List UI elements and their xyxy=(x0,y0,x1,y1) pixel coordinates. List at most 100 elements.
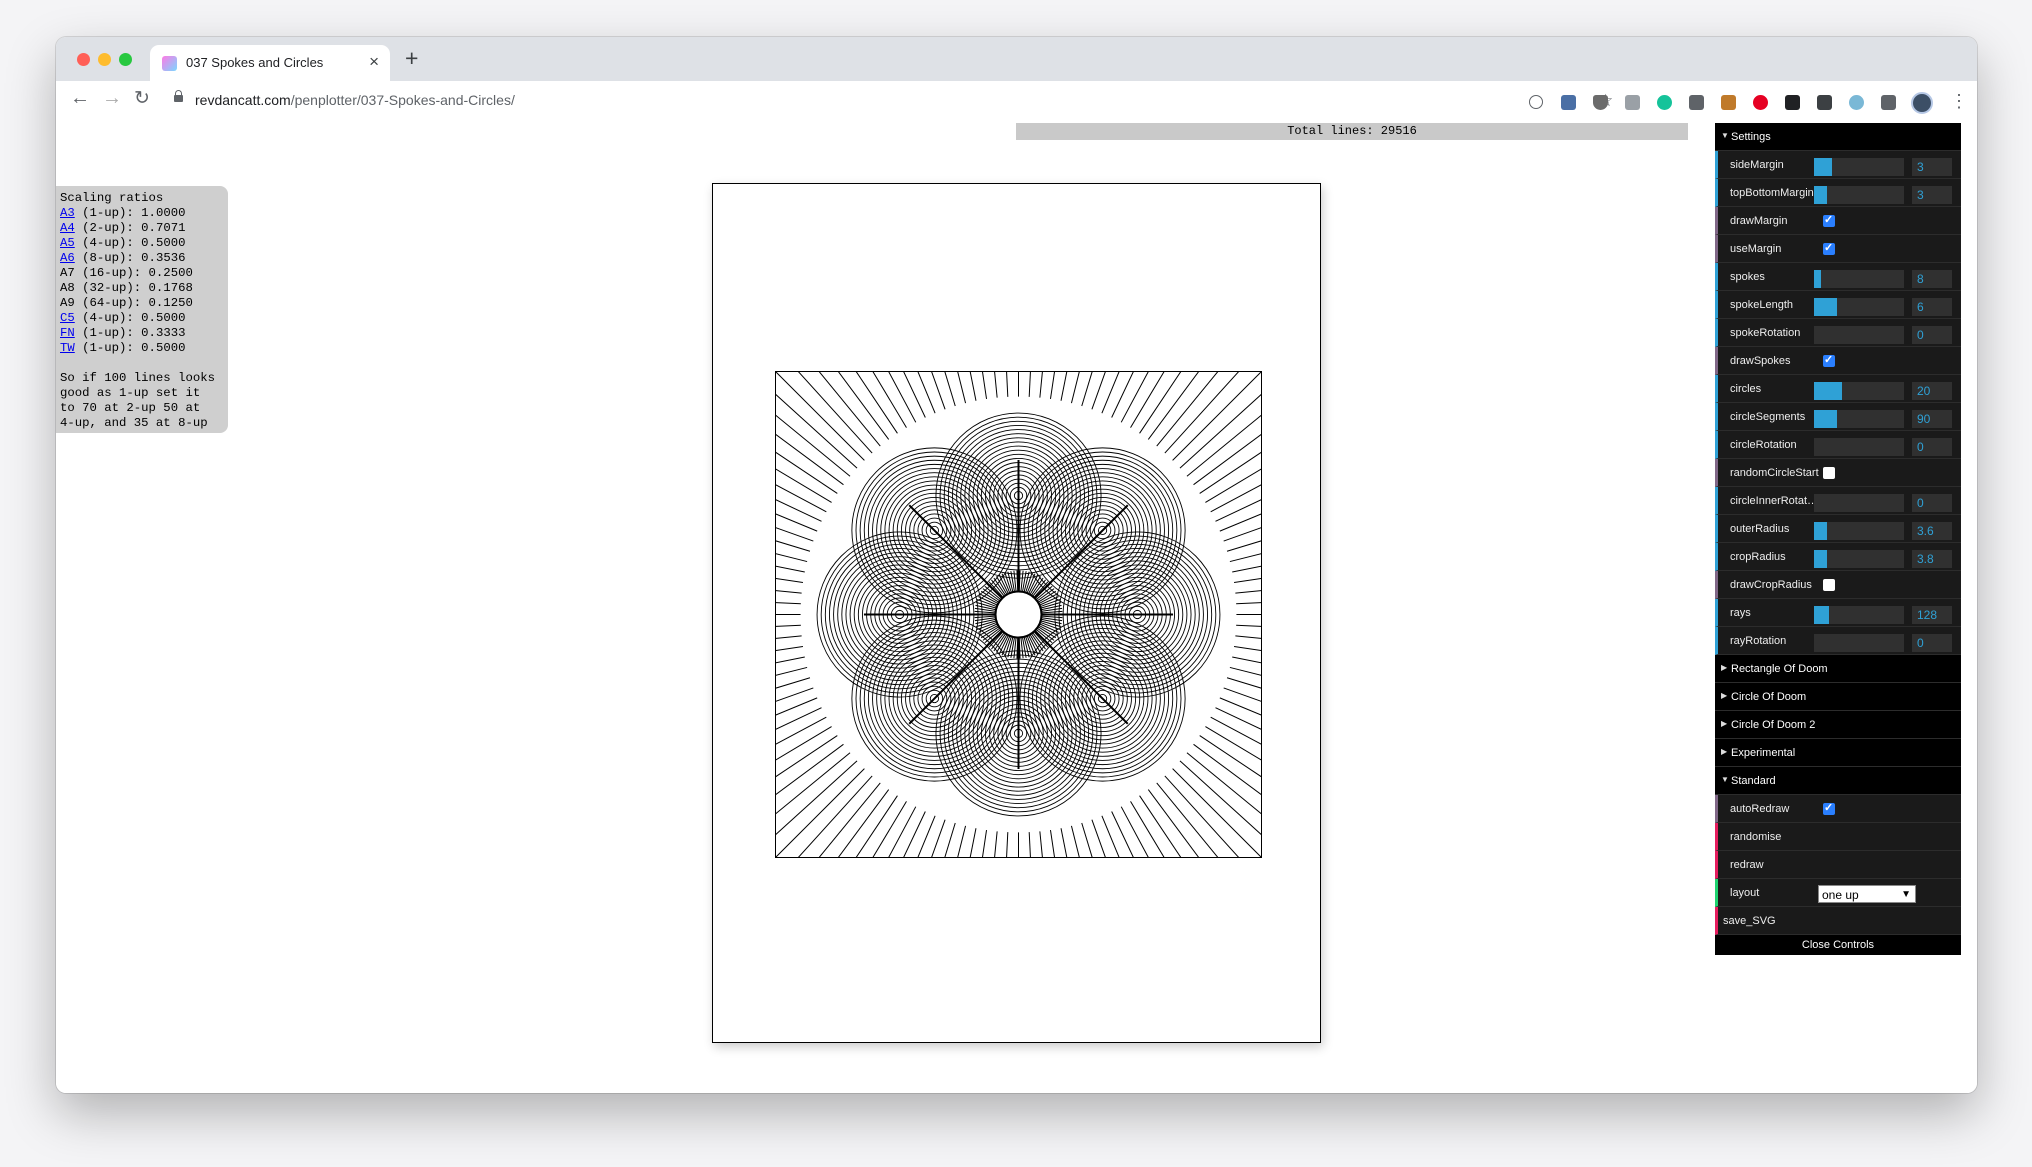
folder-collapsed-icon: ▶ xyxy=(1721,747,1728,756)
close-tab-icon[interactable]: × xyxy=(369,52,379,72)
standard-folder[interactable]: ▼ Standard xyxy=(1715,767,1961,795)
spokeLength-slider[interactable] xyxy=(1814,298,1904,316)
circleRotation-slider[interactable] xyxy=(1814,438,1904,456)
paper-size-link[interactable]: A3 xyxy=(60,206,75,220)
camera-extension-icon[interactable] xyxy=(1625,95,1640,110)
box-extension-icon[interactable] xyxy=(1721,95,1736,110)
rayRotation-input[interactable]: 0 xyxy=(1912,634,1952,652)
redraw-button[interactable]: redraw xyxy=(1715,851,1961,879)
collapsed-folder[interactable]: ▶ Rectangle Of Doom xyxy=(1715,655,1961,683)
circleInnerRotation-control: circleInnerRotation 0 xyxy=(1715,487,1961,515)
layout-control: layout one up ▼ xyxy=(1715,879,1961,907)
circles-control: circles 20 xyxy=(1715,375,1961,403)
randomise-button[interactable]: randomise xyxy=(1715,823,1961,851)
cropRadius-slider[interactable] xyxy=(1814,550,1904,568)
scaling-row: FN (1-up): 0.3333 xyxy=(60,326,186,340)
chevron-down-icon: ▼ xyxy=(1901,889,1911,900)
paper-size-link[interactable]: C5 xyxy=(60,311,75,325)
scaling-title: Scaling ratios xyxy=(60,191,164,205)
hash-extension-icon[interactable] xyxy=(1817,95,1832,110)
cropRadius-control: cropRadius 3.8 xyxy=(1715,543,1961,571)
extension-icon-1[interactable] xyxy=(1561,95,1576,110)
useMargin-control: useMargin xyxy=(1715,235,1961,263)
topBottomMargin-slider[interactable] xyxy=(1814,186,1904,204)
circleSegments-input[interactable]: 90 xyxy=(1912,410,1952,428)
back-icon[interactable]: ← xyxy=(70,87,90,110)
rayRotation-slider[interactable] xyxy=(1814,634,1904,652)
drawCropRadius-control: drawCropRadius xyxy=(1715,571,1961,599)
rays-input[interactable]: 128 xyxy=(1912,606,1952,624)
pinterest-extension-icon[interactable] xyxy=(1753,95,1768,110)
spokeLength-control: spokeLength 6 xyxy=(1715,291,1961,319)
window-controls xyxy=(77,53,132,66)
circleInnerRotation-input[interactable]: 0 xyxy=(1912,494,1952,512)
zoom-window-button[interactable] xyxy=(119,53,132,66)
sideMargin-slider[interactable] xyxy=(1814,158,1904,176)
save-svg-button[interactable]: save_SVG xyxy=(1715,907,1961,935)
profile-avatar[interactable] xyxy=(1911,92,1933,114)
circles-input[interactable]: 20 xyxy=(1912,382,1952,400)
browser-menu-icon[interactable]: ⋮ xyxy=(1950,91,1968,112)
paper-size-link[interactable]: A6 xyxy=(60,251,75,265)
drawSpokes-checkbox[interactable] xyxy=(1823,353,1835,367)
extensions-puzzle-icon[interactable] xyxy=(1881,95,1896,110)
scaling-row: C5 (4-up): 0.5000 xyxy=(60,311,186,325)
browser-tab[interactable]: 037 Spokes and Circles × xyxy=(150,45,390,81)
incognito-extension-icon[interactable] xyxy=(1785,95,1800,110)
paper-size-link[interactable]: TW xyxy=(60,341,75,355)
collapsed-folder[interactable]: ▶ Experimental xyxy=(1715,739,1961,767)
circleInnerRotation-slider[interactable] xyxy=(1814,494,1904,512)
sideMargin-input[interactable]: 3 xyxy=(1912,158,1952,176)
collapsed-folder[interactable]: ▶ Circle Of Doom 2 xyxy=(1715,711,1961,739)
spokeRotation-control: spokeRotation 0 xyxy=(1715,319,1961,347)
spokeLength-input[interactable]: 6 xyxy=(1912,298,1952,316)
close-window-button[interactable] xyxy=(77,53,90,66)
circles-slider[interactable] xyxy=(1814,382,1904,400)
outerRadius-input[interactable]: 3.6 xyxy=(1912,522,1952,540)
close-controls-button[interactable]: Close Controls xyxy=(1715,935,1961,955)
page-content: Total lines: 29516 Scaling ratios A3 (1-… xyxy=(56,121,1977,1093)
scaling-row: A6 (8-up): 0.3536 xyxy=(60,251,186,265)
collapsed-folder[interactable]: ▶ Circle Of Doom xyxy=(1715,683,1961,711)
url-text: revdancatt.com/penplotter/037-Spokes-and… xyxy=(195,92,515,108)
layout-select[interactable]: one up ▼ xyxy=(1818,885,1916,903)
circleSegments-slider[interactable] xyxy=(1814,410,1904,428)
favicon-icon xyxy=(162,56,177,71)
shield-extension-icon[interactable] xyxy=(1593,95,1608,110)
puzzle-color-extension-icon[interactable] xyxy=(1849,95,1864,110)
rays-slider[interactable] xyxy=(1814,606,1904,624)
rays-control: rays 128 xyxy=(1715,599,1961,627)
circleRotation-input[interactable]: 0 xyxy=(1912,438,1952,456)
settings-folder[interactable]: ▼ Settings xyxy=(1715,123,1961,151)
randomCircleStart-checkbox[interactable] xyxy=(1823,467,1835,479)
topBottomMargin-input[interactable]: 3 xyxy=(1912,186,1952,204)
autoRedraw-checkbox[interactable] xyxy=(1823,801,1835,815)
spokes-input[interactable]: 8 xyxy=(1912,270,1952,288)
browser-window: 037 Spokes and Circles × + ← → ↻ revdanc… xyxy=(56,37,1977,1093)
new-tab-button[interactable]: + xyxy=(405,45,418,72)
minimize-window-button[interactable] xyxy=(98,53,111,66)
circleSegments-control: circleSegments 90 xyxy=(1715,403,1961,431)
useMargin-checkbox[interactable] xyxy=(1823,241,1835,255)
drawCropRadius-checkbox[interactable] xyxy=(1823,579,1835,591)
folder-collapsed-icon: ▶ xyxy=(1721,663,1728,672)
forward-icon[interactable]: → xyxy=(102,87,122,110)
info-extension-icon[interactable] xyxy=(1529,95,1543,109)
scaling-note-line: good as 1-up set it xyxy=(60,386,201,400)
spokeRotation-slider[interactable] xyxy=(1814,326,1904,344)
cropRadius-input[interactable]: 3.8 xyxy=(1912,550,1952,568)
tools-extension-icon[interactable] xyxy=(1689,95,1704,110)
spokeRotation-input[interactable]: 0 xyxy=(1912,326,1952,344)
paper-size-link[interactable]: A4 xyxy=(60,221,75,235)
plot-artwork xyxy=(775,371,1262,858)
outerRadius-slider[interactable] xyxy=(1814,522,1904,540)
paper-size-link[interactable]: FN xyxy=(60,326,75,340)
drawMargin-checkbox[interactable] xyxy=(1823,213,1835,227)
paper-size-link[interactable]: A5 xyxy=(60,236,75,250)
scaling-note-line: So if 100 lines looks xyxy=(60,371,215,385)
grammarly-extension-icon[interactable] xyxy=(1657,95,1672,110)
outerRadius-control: outerRadius 3.6 xyxy=(1715,515,1961,543)
reload-icon[interactable]: ↻ xyxy=(134,87,150,110)
address-bar[interactable]: revdancatt.com/penplotter/037-Spokes-and… xyxy=(168,87,1613,115)
spokes-slider[interactable] xyxy=(1814,270,1904,288)
